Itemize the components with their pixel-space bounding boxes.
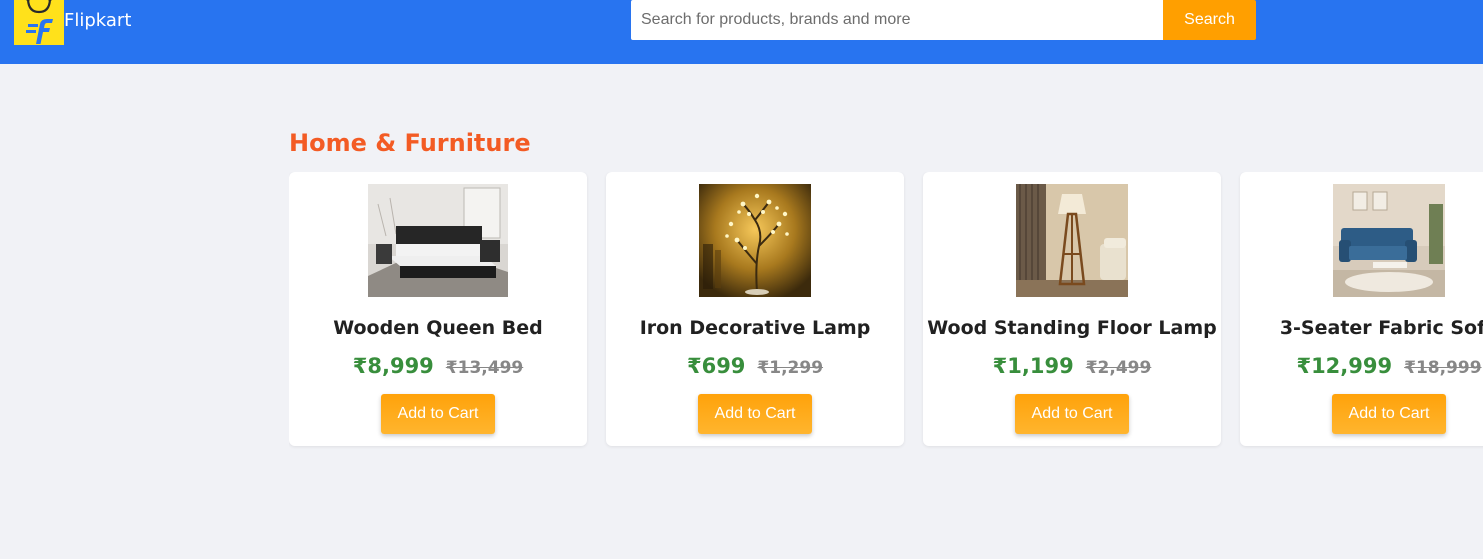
product-price: ₹8,999 bbox=[352, 354, 434, 378]
product-image-bed[interactable] bbox=[368, 184, 508, 297]
product-mrp: ₹18,999 bbox=[1404, 358, 1482, 378]
product-mrp: ₹13,499 bbox=[445, 358, 524, 378]
product-image-sofa[interactable] bbox=[1333, 184, 1445, 297]
product-price: ₹699 bbox=[686, 354, 746, 378]
product-mrp: ₹1,299 bbox=[757, 358, 824, 378]
add-to-cart-button[interactable]: Add to Cart bbox=[698, 394, 812, 434]
price-row: ₹699 ₹1,299 bbox=[606, 354, 904, 378]
flipkart-logo-icon[interactable] bbox=[14, 0, 64, 45]
product-card: Wood Standing Floor Lamp ₹1,199 ₹2,499 Ad… bbox=[923, 172, 1221, 446]
price-row: ₹12,999 ₹18,999 bbox=[1240, 354, 1483, 378]
product-price: ₹12,999 bbox=[1296, 354, 1393, 378]
product-name[interactable]: Iron Decorative Lamp bbox=[606, 317, 904, 339]
product-name[interactable]: Wood Standing Floor Lamp bbox=[923, 317, 1221, 339]
add-to-cart-button[interactable]: Add to Cart bbox=[1332, 394, 1446, 434]
product-name[interactable]: Wooden Queen Bed bbox=[289, 317, 587, 339]
product-image-lamp[interactable] bbox=[699, 184, 811, 297]
product-card: 3-Seater Fabric Sofa ₹12,999 ₹18,999 Add … bbox=[1240, 172, 1483, 446]
product-card: Iron Decorative Lamp ₹699 ₹1,299 Add to C… bbox=[606, 172, 904, 446]
product-image-floor-lamp[interactable] bbox=[1016, 184, 1128, 297]
top-header: Flipkart Search bbox=[0, 0, 1483, 64]
product-price: ₹1,199 bbox=[992, 354, 1074, 378]
product-mrp: ₹2,499 bbox=[1085, 358, 1152, 378]
search-input[interactable] bbox=[631, 0, 1163, 40]
add-to-cart-button[interactable]: Add to Cart bbox=[381, 394, 495, 434]
section-title: Home & Furniture bbox=[289, 129, 531, 157]
product-list: Wooden Queen Bed ₹8,999 ₹13,499 Add to Ca… bbox=[289, 172, 1483, 452]
product-name[interactable]: 3-Seater Fabric Sofa bbox=[1240, 317, 1483, 339]
search-button[interactable]: Search bbox=[1163, 0, 1256, 40]
price-row: ₹8,999 ₹13,499 bbox=[289, 354, 587, 378]
brand-name[interactable]: Flipkart bbox=[64, 10, 131, 31]
price-row: ₹1,199 ₹2,499 bbox=[923, 354, 1221, 378]
add-to-cart-button[interactable]: Add to Cart bbox=[1015, 394, 1129, 434]
product-card: Wooden Queen Bed ₹8,999 ₹13,499 Add to Ca… bbox=[289, 172, 587, 446]
